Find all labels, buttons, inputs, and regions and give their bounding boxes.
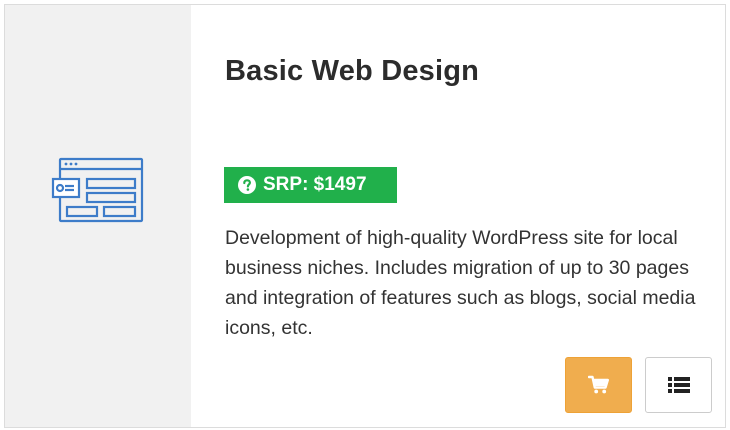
question-circle-icon: [238, 176, 256, 194]
web-design-icon: [51, 157, 144, 223]
shopping-cart-icon: [587, 375, 609, 394]
product-card: Basic Web Design SRP: $1497 Development …: [4, 4, 726, 428]
list-icon: [667, 377, 690, 393]
add-to-cart-button[interactable]: [565, 357, 632, 413]
product-icon-panel: [5, 5, 191, 427]
srp-price-label: SRP: $1497: [263, 174, 367, 195]
view-details-button[interactable]: [645, 357, 712, 413]
product-title: Basic Web Design: [225, 55, 480, 87]
product-description: Development of high-quality WordPress si…: [225, 227, 696, 339]
srp-badge[interactable]: SRP: $1497: [224, 167, 397, 203]
